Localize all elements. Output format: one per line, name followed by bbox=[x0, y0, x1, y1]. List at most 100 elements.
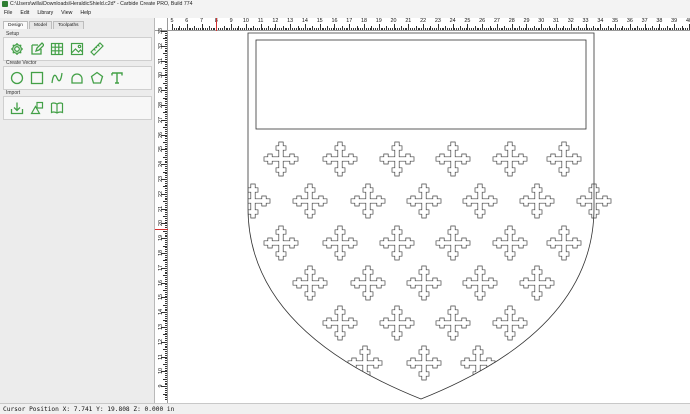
ruler-tick bbox=[163, 245, 167, 247]
ruler-tick bbox=[515, 28, 517, 30]
ruler-tick bbox=[165, 167, 167, 169]
cursor-position-readout: Cursor Position X: 7.741 Y: 19.808 Z: 0.… bbox=[3, 406, 175, 413]
ruler-tick bbox=[165, 184, 167, 186]
ruler-tick bbox=[165, 308, 167, 310]
ruler-tick bbox=[467, 24, 469, 30]
ruler-tick bbox=[580, 28, 582, 30]
ruler-tick bbox=[395, 28, 397, 30]
curve-button[interactable] bbox=[50, 71, 64, 85]
ruler-tick bbox=[165, 132, 167, 134]
ruler-tick bbox=[165, 92, 167, 94]
ruler-tick bbox=[301, 28, 303, 30]
ruler-tick bbox=[354, 28, 356, 30]
cross-crosslet bbox=[406, 265, 442, 301]
ruler-tick bbox=[598, 28, 600, 30]
ruler-tick bbox=[165, 130, 167, 132]
cross-crosslet bbox=[435, 141, 471, 177]
ruler-tick bbox=[391, 28, 393, 30]
ruler-tick bbox=[165, 34, 167, 36]
grid-icon bbox=[50, 42, 64, 56]
tab-design[interactable]: Design bbox=[3, 21, 28, 29]
arc-button[interactable] bbox=[70, 71, 84, 85]
menu-edit[interactable]: Edit bbox=[16, 9, 33, 18]
ruler-tick bbox=[284, 28, 286, 30]
menu-library[interactable]: Library bbox=[33, 9, 57, 18]
ruler-tick bbox=[491, 28, 493, 30]
edit-button[interactable] bbox=[30, 42, 44, 56]
ruler-tick bbox=[308, 28, 310, 30]
menu-file[interactable]: File bbox=[0, 9, 16, 18]
ruler-tick bbox=[465, 28, 467, 30]
ruler-tick bbox=[596, 28, 598, 30]
text-button[interactable] bbox=[110, 71, 124, 85]
measure-button[interactable] bbox=[90, 42, 104, 56]
ruler-tick bbox=[364, 24, 365, 30]
ruler-tick bbox=[165, 269, 167, 271]
ruler-tick bbox=[474, 26, 476, 30]
tab-model[interactable]: Model bbox=[28, 21, 53, 29]
ruler-tick bbox=[165, 330, 167, 332]
design-canvas[interactable] bbox=[168, 31, 690, 403]
ruler-tick bbox=[406, 28, 408, 30]
import-button[interactable] bbox=[10, 101, 24, 115]
ruler-tick bbox=[504, 26, 506, 30]
ruler-tick bbox=[408, 24, 410, 30]
ruler-tick bbox=[618, 28, 620, 30]
ruler-tick bbox=[570, 24, 572, 30]
ruler-tick bbox=[635, 28, 637, 30]
shapes-button[interactable] bbox=[30, 101, 44, 115]
ruler-tick bbox=[161, 134, 167, 136]
ruler-tick bbox=[192, 28, 194, 30]
ruler-tick bbox=[672, 28, 674, 30]
ruler-tick bbox=[478, 28, 480, 30]
ruler-tick bbox=[165, 95, 167, 97]
ruler-tick bbox=[522, 28, 524, 30]
grid-button[interactable] bbox=[50, 42, 64, 56]
ruler-tick bbox=[165, 86, 167, 88]
ruler-tick bbox=[423, 24, 425, 30]
library-button[interactable] bbox=[50, 101, 64, 115]
ruler-tick bbox=[165, 358, 167, 360]
ruler-tick bbox=[186, 24, 188, 30]
ruler-tick bbox=[426, 28, 428, 30]
menu-view[interactable]: View bbox=[57, 9, 76, 18]
ruler-tick bbox=[371, 26, 373, 30]
ruler-tick bbox=[165, 103, 167, 105]
cross-crosslet bbox=[322, 305, 358, 341]
ruler-tick bbox=[652, 26, 654, 30]
ruler-tick bbox=[165, 369, 167, 371]
ruler-tick bbox=[163, 201, 167, 203]
circle-button[interactable] bbox=[10, 71, 24, 85]
tab-toolpaths[interactable]: Toolpaths bbox=[53, 21, 84, 29]
ruler-tick bbox=[165, 195, 167, 197]
ruler-tick bbox=[165, 345, 167, 347]
ruler-tick bbox=[165, 40, 167, 42]
menu-help[interactable]: Help bbox=[76, 9, 95, 18]
ruler-tick bbox=[165, 265, 167, 267]
ruler-tick bbox=[613, 28, 615, 30]
shield-banner bbox=[255, 39, 587, 130]
ruler-tick bbox=[227, 28, 229, 30]
image-button[interactable] bbox=[70, 42, 84, 56]
ruler-tick bbox=[563, 26, 565, 30]
ruler-tick bbox=[657, 28, 659, 30]
ruler-tick bbox=[165, 199, 167, 201]
ruler-tick bbox=[319, 24, 321, 30]
ruler-tick bbox=[290, 24, 292, 30]
ruler-tick bbox=[161, 119, 167, 121]
setup-job-button[interactable] bbox=[10, 42, 24, 56]
app-logo-icon bbox=[2, 1, 8, 7]
ruler-tick bbox=[165, 395, 167, 397]
rectangle-button[interactable] bbox=[30, 71, 44, 85]
polygon-button[interactable] bbox=[90, 71, 104, 85]
ruler-tick bbox=[165, 49, 167, 51]
ruler-tick bbox=[181, 28, 183, 30]
ruler-tick bbox=[502, 28, 504, 30]
ruler-tick bbox=[165, 367, 167, 369]
ruler-tick bbox=[165, 221, 167, 223]
ruler-tick bbox=[172, 24, 173, 30]
image-icon bbox=[70, 42, 84, 56]
ruler-tick bbox=[163, 260, 167, 262]
ruler-tick bbox=[557, 28, 559, 30]
ruler-tick bbox=[585, 24, 587, 30]
